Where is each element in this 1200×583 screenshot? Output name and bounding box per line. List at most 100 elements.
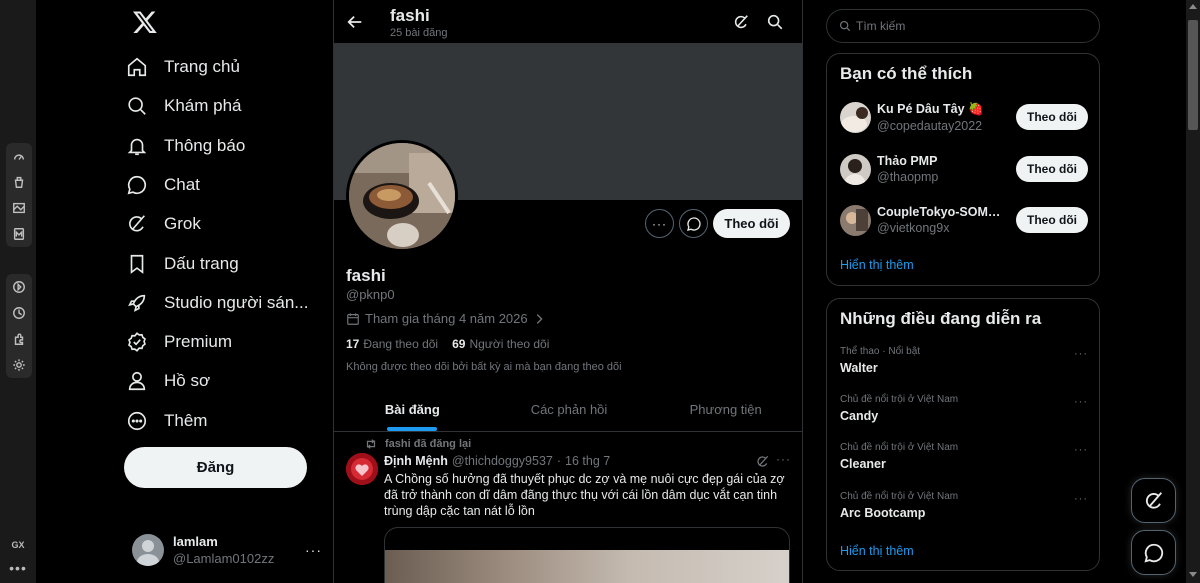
profile-avatar[interactable] [346,140,458,252]
message-button[interactable] [679,209,708,238]
x-logo-icon[interactable] [132,9,158,35]
trend-more-icon[interactable]: ··· [1074,493,1088,505]
show-more-link[interactable]: Hiển thị thêm [840,258,914,272]
nav-explore[interactable]: Khám phá [126,88,242,124]
account-text: lamlam @Lamlam0102zz [173,534,305,566]
page-scrollbar[interactable] [1186,0,1200,583]
scroll-thumb[interactable] [1188,20,1198,130]
chat-icon [127,175,147,195]
suggestion-name: Thảo PMP [877,154,938,168]
nav-premium[interactable]: Premium [126,324,232,360]
who-to-follow-title: Bạn có thể thích [840,64,973,83]
bookmark-icon [130,254,144,274]
following-link[interactable]: 17 Đang theo dõi [346,337,438,351]
browser-more-icon[interactable]: ••• [0,560,36,576]
tab-posts[interactable]: Bài đăng [334,388,491,431]
post-button[interactable]: Đăng [124,447,307,488]
nav-chat[interactable]: Chat [126,167,200,203]
speed-dial-icon[interactable] [6,143,32,169]
trend-more-icon[interactable]: ··· [1074,444,1088,456]
follow-button[interactable]: Theo dõi [713,209,790,238]
nav-label: Chat [164,175,200,194]
nav-notifications[interactable]: Thông báo [126,128,245,164]
tweet-text: A Chồng số hưởng đã thuyết phục dc zợ và… [384,472,785,518]
follow-button[interactable]: Theo dõi [1016,207,1088,233]
profile-tabs: Bài đăng Các phản hồi Phương tiện [334,388,802,432]
trend-item[interactable]: Chủ đề nổi trội ở Việt Nam Cleaner ··· [840,442,1088,478]
nav-profile[interactable]: Hồ sơ [126,363,210,399]
nav-label: Grok [164,214,201,233]
history-icon[interactable] [6,300,32,326]
suggestion-item[interactable]: Thảo PMP @thaopmp Theo dõi [840,151,1088,187]
trend-name: Walter [840,361,878,375]
calendar-icon [347,312,359,325]
trend-more-icon[interactable]: ··· [1074,396,1088,408]
mods-icon[interactable] [6,221,32,247]
tweet-date[interactable]: 16 thg 7 [565,454,610,468]
avatar [840,153,871,185]
account-handle: @Lamlam0102zz [173,551,275,566]
search-icon[interactable] [766,13,784,31]
left-navigation: Trang chủ Khám phá Thông báo Chat Grok D… [118,0,333,583]
gx-label[interactable]: GX [0,540,36,550]
back-arrow-icon[interactable] [346,13,364,31]
account-more-icon[interactable]: ··· [305,542,322,558]
browser-sidebar: GX ••• [0,0,36,583]
suggestion-item[interactable]: Ku Pé Dâu Tây 🍓 @copedautay2022 Theo dõi [840,99,1088,135]
nav-label: Khám phá [164,96,242,115]
bell-icon [127,138,147,156]
search-icon [839,20,851,32]
grok-fab[interactable] [1131,478,1176,523]
nav-creator-studio[interactable]: Studio người sán... [126,285,308,321]
avatar [132,534,164,566]
search-input[interactable]: Tìm kiếm [826,9,1100,43]
suggestion-item[interactable]: CoupleTokyo-SOME-... @vietkong9x Theo dõ… [840,202,1088,238]
tweet[interactable]: fashi đã đăng lại Định Mệnh @thichdoggy9… [334,433,802,583]
tab-replies[interactable]: Các phản hồi [491,388,648,431]
tweet-media-image [385,550,789,583]
followers-link[interactable]: 69 Người theo dõi [452,337,549,351]
nav-grok[interactable]: Grok [126,206,201,242]
wallpaper-icon[interactable] [6,195,32,221]
profile-more-button[interactable]: ··· [645,209,674,238]
trend-item[interactable]: Chủ đề nổi trội ở Việt Nam Arc Bootcamp … [840,491,1088,527]
profile-avatar-image [349,143,455,249]
cleaner-icon[interactable] [6,169,32,195]
nav-more[interactable]: Thêm [126,403,207,439]
profile-handle: @pknp0 [346,287,395,302]
extensions-icon[interactable] [6,326,32,352]
messages-fab[interactable] [1131,530,1176,575]
show-more-link[interactable]: Hiển thị thêm [840,544,914,558]
scroll-down-arrow-icon[interactable] [1189,572,1197,577]
tweet-more-icon[interactable]: ··· [776,452,791,466]
following-count: 17 [346,337,360,351]
nav-home[interactable]: Trang chủ [126,49,240,85]
follow-button[interactable]: Theo dõi [1016,104,1088,130]
account-switcher[interactable]: lamlam @Lamlam0102zz ··· [132,530,322,570]
follow-button[interactable]: Theo dõi [1016,156,1088,182]
grok-icon[interactable] [755,454,770,469]
tweet-author-name[interactable]: Định Mệnh [384,454,448,468]
grok-icon[interactable] [732,13,750,31]
right-sidebar: Tìm kiếm Bạn có thể thích Ku Pé Dâu Tây … [826,0,1101,583]
trend-item[interactable]: Chủ đề nổi trội ở Việt Nam Candy ··· [840,394,1088,430]
repost-text: fashi đã đăng lại [385,438,472,450]
nav-bookmarks[interactable]: Dấu trang [126,246,239,282]
settings-icon[interactable] [6,352,32,378]
trend-item[interactable]: Thể thao · Nổi bật Walter ··· [840,346,1088,382]
scroll-up-arrow-icon[interactable] [1189,4,1197,9]
repost-icon [366,439,376,449]
player-icon[interactable] [6,274,32,300]
suggestion-name: CoupleTokyo-SOME-... [877,205,1007,219]
suggestion-name: Ku Pé Dâu Tây 🍓 [877,101,984,116]
tweet-media[interactable] [384,527,790,583]
more-circle-icon [127,411,147,431]
nav-label: Dấu trang [164,254,239,273]
tweet-author-handle[interactable]: @thichdoggy9537 [452,454,553,468]
repost-indicator: fashi đã đăng lại [364,437,471,451]
trend-more-icon[interactable]: ··· [1074,348,1088,360]
tweet-author-avatar[interactable] [346,453,378,485]
tab-media[interactable]: Phương tiện [647,388,802,431]
trends-panel: Những điều đang diễn ra Thể thao · Nổi b… [826,298,1100,571]
profile-joined[interactable]: Tham gia tháng 4 năm 2026 [346,311,546,326]
